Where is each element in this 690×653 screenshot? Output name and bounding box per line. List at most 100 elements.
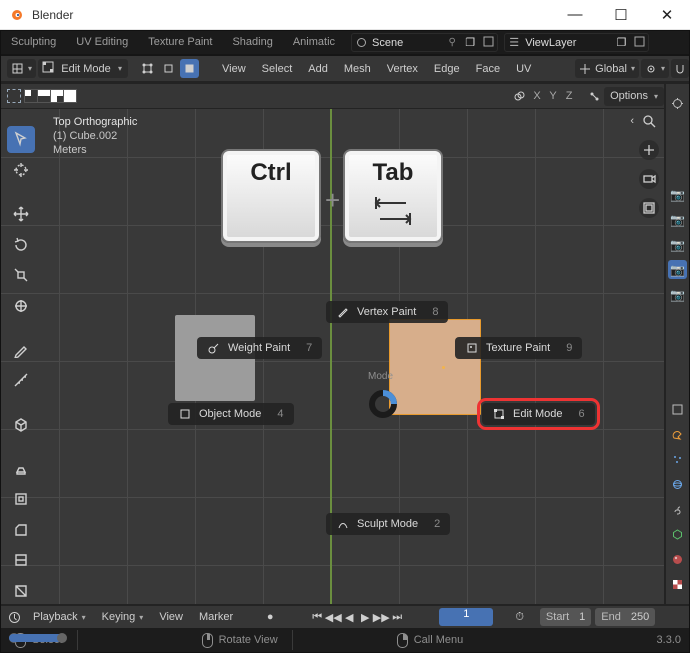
tab-sculpting[interactable]: Sculpting [1,30,66,55]
menu-select[interactable]: Select [255,63,300,75]
prop-tab-object-icon[interactable] [668,400,687,419]
mirror-y[interactable]: Y [545,90,561,102]
snap-dropdown[interactable] [671,59,689,78]
automerge-icon[interactable] [585,87,604,106]
tool-move[interactable] [7,201,35,228]
mode-dropdown[interactable]: Edit Mode ▾ [38,59,128,78]
copy-viewlayer-icon[interactable]: ❐ [612,36,630,49]
prop-tab-output-icon[interactable]: 📷 [668,210,687,229]
prop-tab-viewlayer-icon[interactable]: 📷 [668,235,687,254]
viewlayer-selector[interactable]: ☰ ViewLayer ❐ [504,33,649,52]
play-reverse-icon[interactable]: ◀ [341,608,357,626]
prop-tab-render-icon[interactable]: 📷 [668,185,687,204]
sidebar-toggle-icon[interactable]: ‹ [630,115,634,127]
new-scene-icon[interactable] [479,36,497,50]
tool-transform[interactable] [7,292,35,319]
tool-scale[interactable] [7,262,35,289]
tool-extrude[interactable] [7,455,35,482]
pie-vertex-paint[interactable]: Vertex Paint 8 [326,301,448,323]
pivot-dropdown[interactable]: ▾ [641,59,669,78]
menu-edge[interactable]: Edge [427,63,467,75]
tool-measure[interactable] [7,367,35,394]
gizmo-move-icon[interactable] [639,140,659,160]
uv-mode-1[interactable] [24,89,38,103]
prop-tab-scene-icon[interactable]: 📷 [668,260,687,279]
menu-uv[interactable]: UV [509,63,538,75]
jump-prev-key-icon[interactable]: ◀◀ [325,608,341,626]
timeline-view[interactable]: View [153,608,189,626]
menu-add[interactable]: Add [301,63,335,75]
prop-tab-texture-icon[interactable] [668,575,687,594]
timeline-keying[interactable]: Keying▾ [96,608,150,626]
play-icon[interactable]: ▶ [357,608,373,626]
window-maximize-button[interactable]: ☐ [598,0,644,30]
prop-tab-material-icon[interactable] [668,550,687,569]
tool-annotate[interactable] [7,336,35,363]
uv-mode-4[interactable] [63,89,77,103]
pie-texture-paint[interactable]: Texture Paint 9 [455,337,582,359]
menu-vertex[interactable]: Vertex [380,63,425,75]
prop-tab-tool-icon[interactable] [668,94,687,113]
current-frame-field[interactable]: 1 [439,608,493,626]
timeline-scrollbar[interactable] [9,632,681,646]
orientation-dropdown[interactable]: Global ▾ [575,59,639,78]
prop-tab-world-icon[interactable]: 📷 [668,285,687,304]
uv-mode-3[interactable] [50,89,64,103]
tool-select[interactable] [7,126,35,153]
scene-pin-icon[interactable]: ⚲ [443,37,461,48]
end-frame-field[interactable]: End250 [595,608,655,626]
menu-face[interactable]: Face [469,63,507,75]
scene-browse-icon[interactable] [352,37,370,48]
viewlayer-browse-icon[interactable]: ☰ [505,36,523,49]
scroll-thumb[interactable] [9,634,63,642]
scroll-handle-right[interactable] [57,633,67,643]
timeline-playback[interactable]: Playback▾ [27,608,92,626]
select-box-icon[interactable] [7,89,21,103]
uv-mode-2[interactable] [37,89,51,103]
prop-tab-modifier-icon[interactable] [668,425,687,444]
select-vertex-icon[interactable] [138,59,157,78]
pie-edit-mode[interactable]: Edit Mode 6 [482,403,595,425]
tool-loopcut[interactable] [7,547,35,574]
uv-selection-modes[interactable] [25,89,77,103]
prop-tab-particles-icon[interactable] [668,450,687,469]
remove-viewlayer-icon[interactable] [630,36,648,50]
jump-next-key-icon[interactable]: ▶▶ [373,608,389,626]
select-face-icon[interactable] [180,59,199,78]
autokey-icon[interactable]: ● [261,608,279,626]
tab-texture-paint[interactable]: Texture Paint [138,30,222,55]
tab-uv-editing[interactable]: UV Editing [66,30,138,55]
timeline-marker[interactable]: Marker [193,608,239,626]
select-edge-icon[interactable] [159,59,178,78]
mirror-x[interactable]: X [529,90,545,102]
tool-cursor[interactable] [7,157,35,184]
editor-type-dropdown[interactable]: ▾ [7,59,36,78]
tab-shading[interactable]: Shading [222,30,282,55]
pie-sculpt-mode[interactable]: Sculpt Mode 2 [326,513,450,535]
jump-end-icon[interactable]: ⏭ [389,608,405,626]
gizmo-persp-icon[interactable] [639,198,659,218]
mirror-z[interactable]: Z [561,90,577,102]
viewport-3d[interactable]: Vertex Paint 8 Weight Paint 7 Texture Pa… [1,109,664,604]
scene-selector[interactable]: Scene ⚲ ❐ [351,33,498,52]
options-dropdown[interactable]: Options ▾ [604,87,664,106]
timeline-editor-icon[interactable] [5,608,23,626]
copy-scene-icon[interactable]: ❐ [461,36,479,49]
gizmo-zoom-icon[interactable] [639,111,659,131]
gizmo-camera-icon[interactable] [639,169,659,189]
tab-animation[interactable]: Animatic [283,30,345,55]
start-frame-field[interactable]: Start1 [540,608,591,626]
prop-tab-data-icon[interactable] [668,525,687,544]
jump-start-icon[interactable]: ⏮ [309,608,325,626]
tool-add-cube[interactable] [7,411,35,438]
pie-object-mode[interactable]: Object Mode 4 [168,403,294,425]
window-close-button[interactable]: ✕ [644,0,690,30]
menu-mesh[interactable]: Mesh [337,63,378,75]
tool-inset[interactable] [7,486,35,513]
tool-knife[interactable] [7,577,35,604]
prop-tab-physics-icon[interactable] [668,475,687,494]
menu-view[interactable]: View [215,63,253,75]
prop-tab-constraints-icon[interactable] [668,500,687,519]
overlays-toggle-icon[interactable] [510,87,529,106]
tool-rotate[interactable] [7,231,35,258]
